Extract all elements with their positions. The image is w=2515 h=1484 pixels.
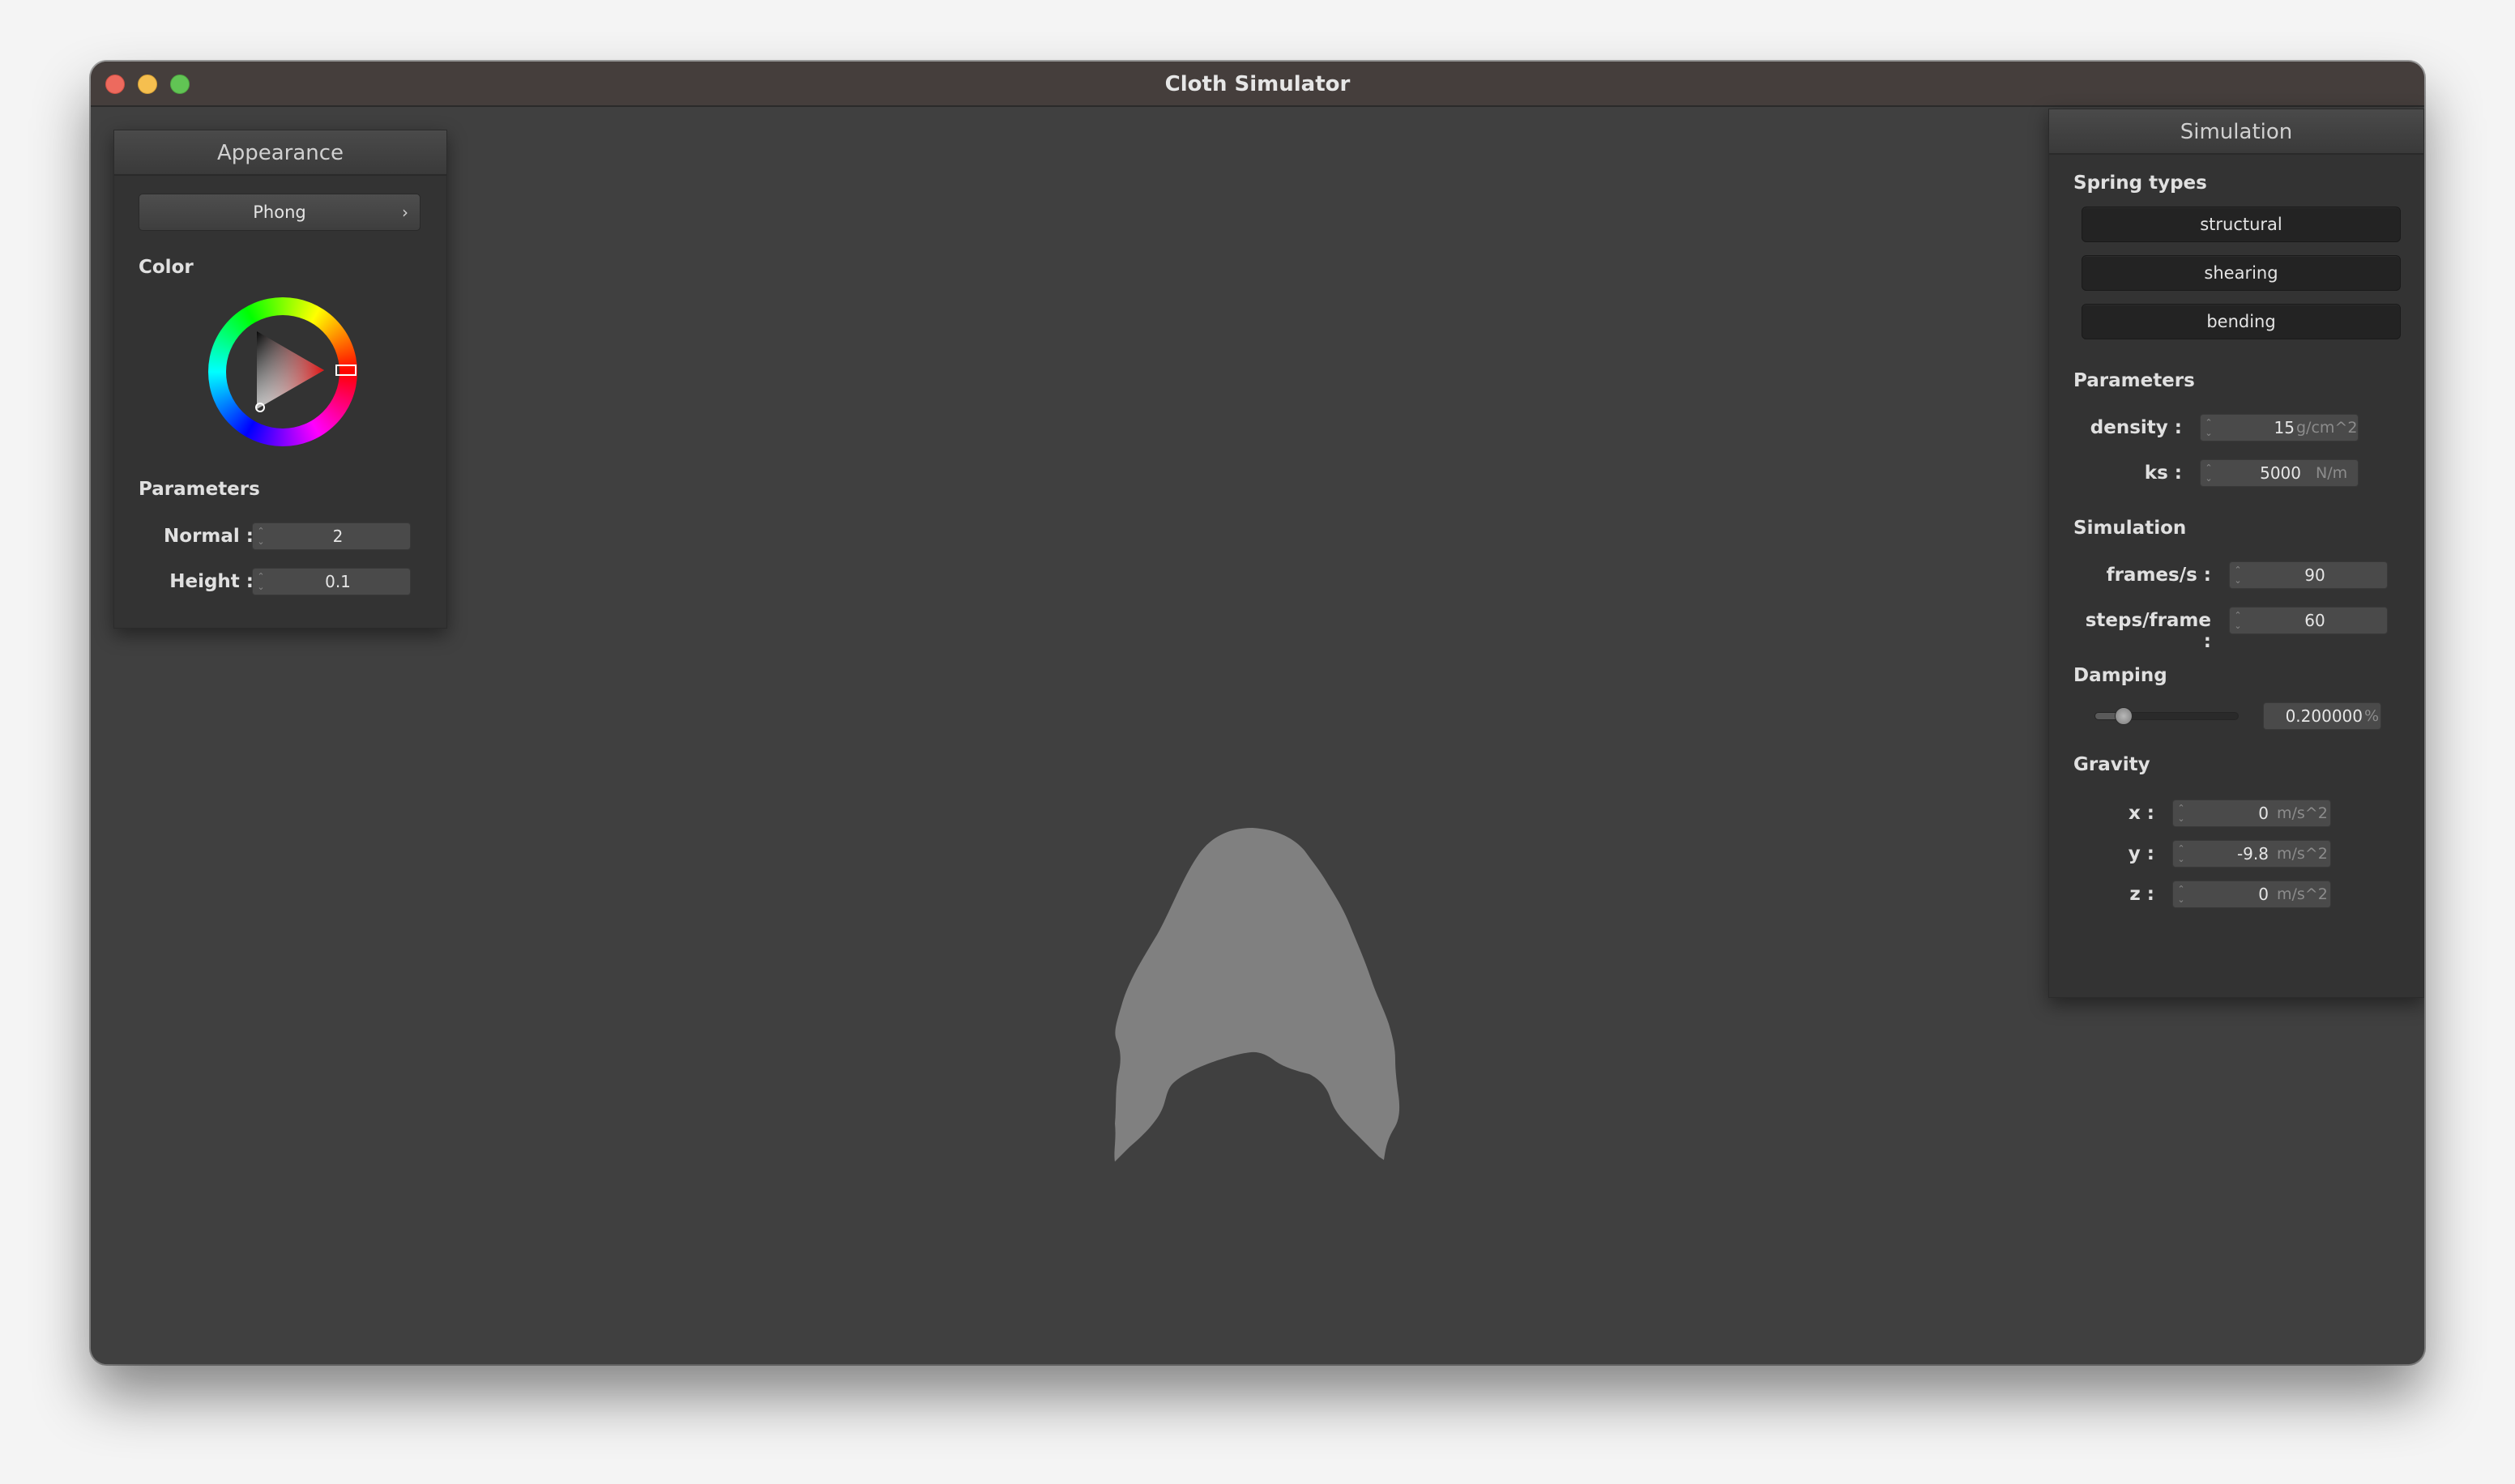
density-input[interactable]: ⌃ ⌄ 15 g/cm^2 [2200,414,2359,441]
damping-slider[interactable] [2094,707,2239,725]
ks-unit: N/m [2316,464,2348,482]
gravity-z-value: 0 [2258,885,2269,904]
cloth-mesh[interactable] [1092,828,1413,1170]
ks-input[interactable]: ⌃ ⌄ 5000 N/m [2200,459,2359,487]
density-label: density : [2090,417,2182,438]
ks-label: ks : [2144,463,2182,484]
stepper-arrows-icon[interactable]: ⌃ ⌄ [256,526,266,548]
gravity-x-value: 0 [2258,804,2269,823]
stepper-arrows-icon[interactable]: ⌃ ⌄ [2233,565,2243,587]
app-window: Cloth Simulator Appearance Phong › Color [91,62,2424,1364]
simulation-section-label: Simulation [2073,518,2187,539]
fps-input[interactable]: ⌃ ⌄ 90 [2229,561,2388,589]
gravity-z-input[interactable]: ⌃ ⌄ 0 m/s^2 [2172,881,2331,908]
fps-input-value: 90 [2304,565,2325,585]
shader-select-value: Phong [253,203,306,222]
density-unit: g/cm^2 [2296,419,2358,437]
stepper-arrows-icon[interactable]: ⌃ ⌄ [2176,884,2186,906]
gravity-y-label: y : [2128,843,2154,864]
height-label: Height : [169,571,254,592]
ks-input-value: 5000 [2260,463,2301,483]
color-wheel[interactable] [208,297,357,446]
normal-input[interactable]: ⌃ ⌄ 2 [252,522,411,550]
damping-input[interactable]: 0.200000 % [2263,702,2381,730]
normal-input-value: 2 [332,527,344,546]
cloth-shape [1114,828,1400,1162]
gravity-y-input[interactable]: ⌃ ⌄ -9.8 m/s^2 [2172,840,2331,868]
gravity-x-unit: m/s^2 [2277,804,2328,822]
damping-input-value: 0.200000 [2285,706,2363,726]
gravity-y-unit: m/s^2 [2277,845,2328,863]
stepper-arrows-icon[interactable]: ⌃ ⌄ [2176,843,2186,866]
height-input-value: 0.1 [325,572,351,591]
damping-slider-handle[interactable] [2115,707,2133,725]
normal-label: Normal : [164,526,254,547]
title-bar[interactable]: Cloth Simulator [91,62,2424,107]
appearance-parameters-label: Parameters [139,479,260,500]
stepper-arrows-icon[interactable]: ⌃ ⌄ [2233,610,2243,633]
damping-label: Damping [2073,665,2167,686]
steps-label: steps/frame : [2085,610,2211,652]
window-title: Cloth Simulator [1164,72,1351,96]
simulation-panel: Simulation Spring types structural shear… [2048,109,2424,998]
gravity-x-label: x : [2128,803,2154,824]
spring-types-label: Spring types [2073,173,2207,194]
stepper-arrows-icon[interactable]: ⌃ ⌄ [2204,463,2214,485]
structural-toggle[interactable]: structural [2082,207,2401,242]
simulation-panel-header[interactable]: Simulation [2049,109,2423,155]
color-triangle[interactable] [208,297,357,446]
shearing-toggle[interactable]: shearing [2082,255,2401,291]
hue-ring-handle [335,365,357,376]
gravity-z-unit: m/s^2 [2277,885,2328,903]
gravity-y-value: -9.8 [2236,844,2269,864]
stepper-arrows-icon[interactable]: ⌃ ⌄ [2204,417,2214,440]
steps-input[interactable]: ⌃ ⌄ 60 [2229,607,2388,634]
appearance-panel-header[interactable]: Appearance [114,130,446,176]
gravity-z-label: z : [2129,884,2154,905]
fps-label: frames/s : [2106,565,2211,586]
bending-toggle[interactable]: bending [2082,304,2401,339]
steps-input-value: 60 [2304,611,2325,630]
appearance-panel: Appearance Phong › Color Parameters Norm… [113,130,447,629]
density-input-value: 15 [2274,418,2295,437]
stepper-arrows-icon[interactable]: ⌃ ⌄ [2176,803,2186,825]
chevron-right-icon: › [402,203,408,222]
color-section-label: Color [139,257,194,278]
gravity-label: Gravity [2073,754,2150,775]
height-input[interactable]: ⌃ ⌄ 0.1 [252,568,411,595]
gravity-x-input[interactable]: ⌃ ⌄ 0 m/s^2 [2172,800,2331,827]
damping-unit: % [2364,707,2380,725]
stepper-arrows-icon[interactable]: ⌃ ⌄ [256,571,266,594]
simulation-parameters-label: Parameters [2073,370,2195,391]
shader-select[interactable]: Phong › [139,194,421,231]
